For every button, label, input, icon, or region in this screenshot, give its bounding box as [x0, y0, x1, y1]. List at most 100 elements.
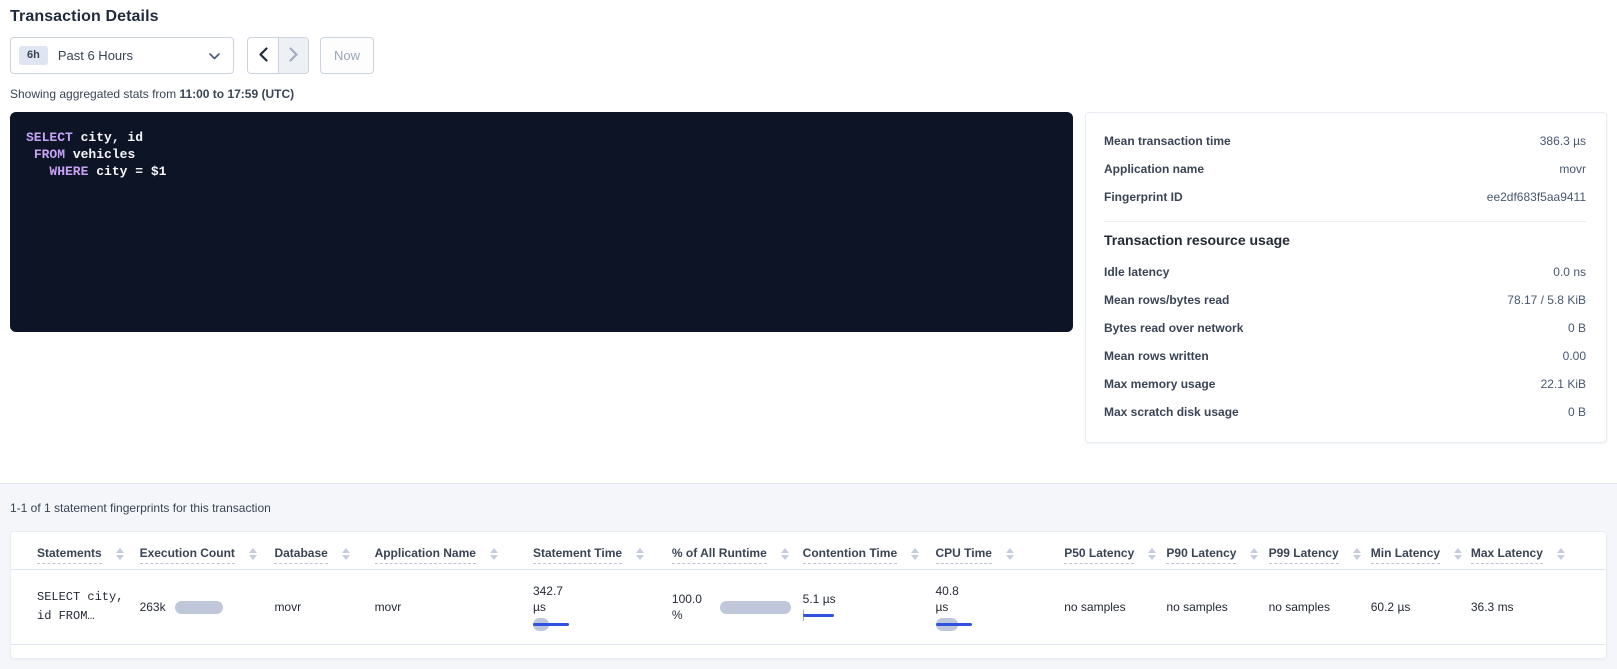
summary-label: Application name [1104, 162, 1204, 176]
cell-cpu-time: 40.8 µs [928, 570, 1057, 645]
chevron-left-icon [259, 47, 268, 65]
stats-line-range: 11:00 to 17:59 (UTC) [179, 87, 294, 101]
statements-table-card: Statements Execution Count Database Appl… [10, 531, 1607, 659]
summary-row: Max memory usage 22.1 KiB [1104, 370, 1586, 398]
col-header-max-latency[interactable]: Max Latency [1463, 532, 1606, 570]
sort-icon[interactable] [490, 548, 498, 560]
sort-icon[interactable] [781, 548, 789, 560]
divider [1104, 221, 1586, 222]
summary-label: Mean rows/bytes read [1104, 293, 1229, 307]
statement-row[interactable]: SELECT city, id FROM… 263k movr movr [11, 570, 1606, 645]
stats-line-prefix: Showing aggregated stats from [10, 87, 179, 101]
statement-time-bar [533, 618, 660, 631]
execution-count-bar [175, 601, 223, 614]
col-header-statement-time[interactable]: Statement Time [525, 532, 664, 570]
summary-row: Application name movr [1104, 155, 1586, 183]
sort-icon[interactable] [249, 548, 257, 560]
cell-statement[interactable]: SELECT city, id FROM… [11, 570, 132, 645]
col-header-pct-of-all-runtime[interactable]: % of All Runtime [664, 532, 795, 570]
col-header-p99-latency[interactable]: P99 Latency [1261, 532, 1363, 570]
prev-time-button[interactable] [248, 38, 278, 73]
sql-line: SELECT city, id [26, 129, 1057, 146]
time-range-label: Past 6 Hours [58, 48, 199, 63]
cell-execution-count: 263k [132, 570, 267, 645]
cell-min-latency: 60.2 µs [1363, 570, 1463, 645]
sort-icon[interactable] [342, 548, 350, 560]
pct-runtime-value: 100.0 % [672, 591, 711, 623]
table-header-row: Statements Execution Count Database Appl… [11, 532, 1606, 570]
summary-value: 0.0 ns [1553, 265, 1586, 279]
sort-icon[interactable] [1557, 548, 1565, 560]
sql-text: vehicles [65, 147, 135, 162]
summary-value: movr [1559, 162, 1586, 176]
summary-row: Mean rows/bytes read 78.17 / 5.8 KiB [1104, 286, 1586, 314]
chevron-down-icon [209, 47, 220, 65]
statements-table: Statements Execution Count Database Appl… [11, 532, 1606, 645]
sort-icon[interactable] [1250, 548, 1258, 560]
contention-time-bar [803, 609, 924, 622]
sql-keyword: FROM [34, 147, 65, 162]
cell-application-name: movr [367, 570, 525, 645]
summary-label: Idle latency [1104, 265, 1169, 279]
statement-text-line: id FROM… [37, 607, 128, 626]
summary-value: ee2df683f5aa9411 [1487, 190, 1586, 204]
summary-row: Mean rows written 0.00 [1104, 342, 1586, 370]
sql-keyword: WHERE [49, 164, 88, 179]
sql-keyword: SELECT [26, 130, 73, 145]
summary-row: Idle latency 0.0 ns [1104, 258, 1586, 286]
summary-value: 0 B [1568, 321, 1586, 335]
main-row: SELECT city, id FROM vehicles WHERE city… [10, 112, 1607, 443]
summary-label: Mean rows written [1104, 349, 1209, 363]
sort-icon[interactable] [1006, 548, 1014, 560]
col-header-database[interactable]: Database [266, 532, 366, 570]
time-nav-group [247, 37, 309, 74]
summary-value: 78.17 / 5.8 KiB [1507, 293, 1586, 307]
cell-contention-time: 5.1 µs [795, 570, 928, 645]
bar-stddev-line [936, 623, 972, 626]
statement-time-value: 342.7 µs [533, 583, 577, 615]
resource-usage-heading: Transaction resource usage [1104, 232, 1586, 248]
col-header-cpu-time[interactable]: CPU Time [928, 532, 1057, 570]
cell-p90-latency: no samples [1158, 570, 1260, 645]
execution-count-value: 263k [140, 600, 166, 614]
col-header-statements[interactable]: Statements [11, 532, 132, 570]
col-header-application-name[interactable]: Application Name [367, 532, 525, 570]
summary-label: Max scratch disk usage [1104, 405, 1239, 419]
cell-p50-latency: no samples [1056, 570, 1158, 645]
summary-value: 0.00 [1563, 349, 1586, 363]
statement-text-line: SELECT city, [37, 588, 128, 607]
now-button[interactable]: Now [320, 37, 374, 74]
time-range-badge: 6h [19, 46, 48, 65]
col-header-min-latency[interactable]: Min Latency [1363, 532, 1463, 570]
bar-stddev-line [533, 623, 569, 626]
sql-line: FROM vehicles [26, 146, 1057, 163]
sort-icon[interactable] [1353, 548, 1361, 560]
transaction-summary-card: Mean transaction time 386.3 µs Applicati… [1085, 112, 1607, 443]
sort-icon[interactable] [911, 548, 919, 560]
sort-icon[interactable] [636, 548, 644, 560]
cell-p99-latency: no samples [1261, 570, 1363, 645]
bar-stddev-line [803, 614, 834, 617]
sql-line: WHERE city = $1 [26, 163, 1057, 180]
sort-icon[interactable] [116, 548, 124, 560]
cpu-time-bar [936, 618, 1053, 631]
pct-runtime-bar [720, 601, 790, 614]
aggregated-stats-line: Showing aggregated stats from 11:00 to 1… [10, 87, 1607, 101]
summary-label: Max memory usage [1104, 377, 1215, 391]
sort-icon[interactable] [1148, 548, 1156, 560]
col-header-p50-latency[interactable]: P50 Latency [1056, 532, 1158, 570]
col-header-execution-count[interactable]: Execution Count [132, 532, 267, 570]
transaction-details-page: Transaction Details 6h Past 6 Hours [0, 0, 1617, 638]
time-controls: 6h Past 6 Hours Now [10, 37, 1607, 74]
time-range-dropdown[interactable]: 6h Past 6 Hours [10, 37, 234, 74]
sql-indent [26, 147, 34, 162]
top-section: Transaction Details 6h Past 6 Hours [0, 0, 1617, 483]
sort-icon[interactable] [1454, 548, 1462, 560]
summary-value: 386.3 µs [1540, 134, 1586, 148]
col-header-contention-time[interactable]: Contention Time [795, 532, 928, 570]
summary-label: Mean transaction time [1104, 134, 1231, 148]
next-time-button[interactable] [278, 38, 308, 73]
cell-max-latency: 36.3 ms [1463, 570, 1606, 645]
summary-label: Bytes read over network [1104, 321, 1243, 335]
col-header-p90-latency[interactable]: P90 Latency [1158, 532, 1260, 570]
